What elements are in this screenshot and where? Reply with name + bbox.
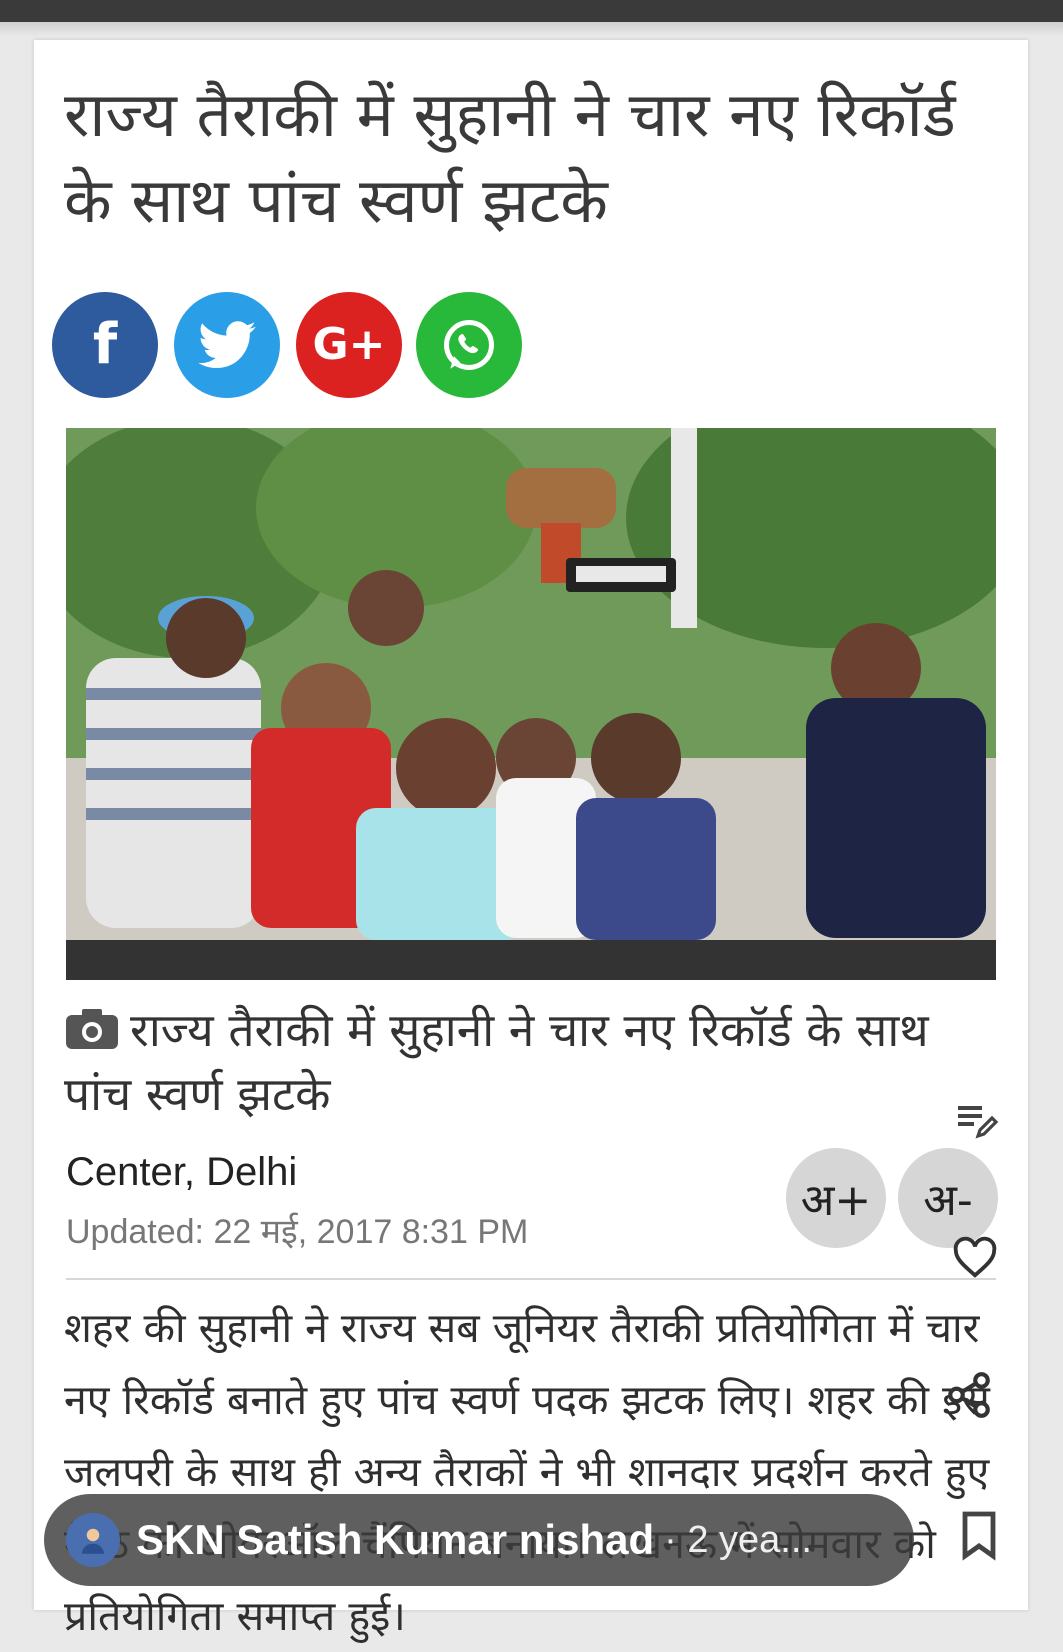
twitter-share-button[interactable] bbox=[174, 292, 280, 398]
font-increase-button[interactable]: अ+ bbox=[786, 1148, 886, 1248]
camera-icon bbox=[66, 1009, 118, 1049]
whatsapp-icon bbox=[444, 320, 494, 370]
trophy-celebration-image bbox=[66, 428, 996, 940]
user-avatar-icon bbox=[81, 1528, 105, 1554]
facebook-icon: f bbox=[92, 312, 118, 377]
heart-icon[interactable] bbox=[952, 1236, 998, 1280]
googleplus-icon: G+ bbox=[312, 319, 386, 370]
font-decrease-button[interactable]: अ- bbox=[898, 1148, 998, 1248]
edit-notes-icon[interactable] bbox=[952, 1096, 1000, 1144]
article-photo bbox=[66, 428, 996, 940]
article-body: शहर की सुहानी ने राज्य सब जूनियर तैराकी … bbox=[64, 1304, 990, 1640]
photo-footer-bar bbox=[66, 940, 996, 980]
status-bar bbox=[0, 0, 1063, 22]
divider bbox=[66, 1278, 996, 1280]
photo-caption: राज्य तैराकी में सुहानी ने चार नए रिकॉर्… bbox=[64, 998, 994, 1126]
googleplus-share-button[interactable]: G+ bbox=[296, 292, 402, 398]
article-updated-time: Updated: 22 मई, 2017 8:31 PM bbox=[66, 1213, 529, 1251]
post-age: · 2 yea... bbox=[664, 1518, 812, 1561]
article-headline: राज्य तैराकी में सुहानी ने चार नए रिकॉर्… bbox=[64, 78, 956, 237]
bookmark-icon[interactable] bbox=[958, 1510, 1000, 1562]
status-bar-shadow bbox=[0, 22, 1063, 36]
caption-text: राज्य तैराकी में सुहानी ने चार नए रिकॉर्… bbox=[64, 1003, 929, 1121]
whatsapp-share-button[interactable] bbox=[416, 292, 522, 398]
avatar[interactable] bbox=[66, 1513, 120, 1567]
share-icon[interactable] bbox=[944, 1370, 994, 1420]
facebook-share-button[interactable]: f bbox=[52, 292, 158, 398]
twitter-icon bbox=[198, 321, 256, 369]
article-location: Center, Delhi bbox=[66, 1150, 298, 1194]
author-name[interactable]: SKN Satish Kumar nishad bbox=[136, 1516, 654, 1564]
author-overlay[interactable]: SKN Satish Kumar nishad · 2 yea... bbox=[44, 1494, 914, 1586]
